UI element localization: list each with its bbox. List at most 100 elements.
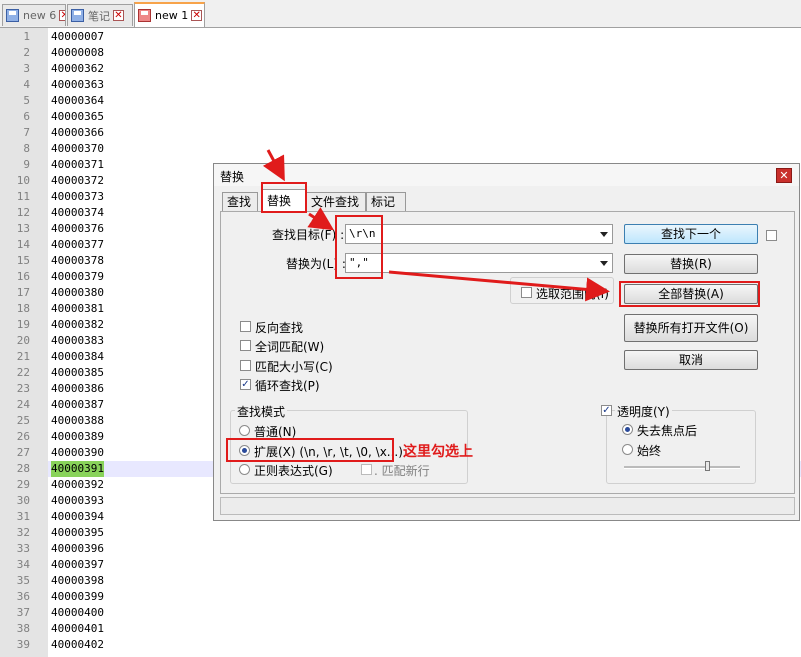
annotation-box-extended-mode	[226, 438, 394, 462]
editor-line[interactable]: 40000373	[51, 189, 104, 205]
cancel-button[interactable]: 取消	[624, 350, 758, 370]
line-number: 10	[16, 174, 30, 187]
editor-line[interactable]: 40000398	[51, 573, 104, 589]
unsaved-file-icon	[138, 9, 151, 22]
editor-line[interactable]: 40000374	[51, 205, 104, 221]
transparency-title: 透明度(Y)	[615, 403, 672, 420]
line-number: 26	[16, 430, 30, 443]
line-number: 29	[16, 478, 30, 491]
line-number: 9	[23, 158, 30, 171]
editor-line[interactable]: 40000365	[51, 109, 104, 125]
close-tab-icon[interactable]: ✕	[59, 10, 65, 21]
line-number: 7	[23, 126, 30, 139]
editor-line[interactable]: 40000394	[51, 509, 104, 525]
editor-line[interactable]: 40000362	[51, 61, 104, 77]
editor-line[interactable]: 40000390	[51, 445, 104, 461]
editor-line[interactable]: 40000382	[51, 317, 104, 333]
wrap-around-label: 循环查找(P)	[255, 379, 320, 393]
editor-line[interactable]: 40000388	[51, 413, 104, 429]
editor-line[interactable]: 40000381	[51, 301, 104, 317]
editor-line[interactable]: 40000399	[51, 589, 104, 605]
transparency-slider-thumb[interactable]	[705, 461, 710, 471]
tab-find[interactable]: 查找	[222, 192, 258, 211]
transparency-checkbox[interactable]: ✓	[601, 405, 612, 416]
chevron-down-icon[interactable]	[600, 232, 608, 237]
editor-line[interactable]: 40000384	[51, 349, 104, 365]
document-tab-bar: new 6 ✕ 笔记 ✕ new 1 ✕	[0, 0, 801, 28]
editor-line[interactable]: 40000377	[51, 237, 104, 253]
close-tab-icon[interactable]: ✕	[191, 10, 203, 21]
line-number: 22	[16, 366, 30, 379]
wrap-around-checkbox[interactable]: ✓	[240, 379, 251, 390]
editor-line[interactable]: 40000385	[51, 365, 104, 381]
editor-line[interactable]: 40000371	[51, 157, 104, 173]
find-next-option-checkbox[interactable]	[766, 230, 777, 241]
line-number: 36	[16, 590, 30, 603]
editor-line[interactable]: 40000376	[51, 221, 104, 237]
tab-label: new 6	[23, 9, 57, 22]
line-number: 16	[16, 270, 30, 283]
editor-line[interactable]: 40000393	[51, 493, 104, 509]
editor-line[interactable]: 40000363	[51, 77, 104, 93]
editor-line[interactable]: 40000372	[51, 173, 104, 189]
editor-line[interactable]: 40000370	[51, 141, 104, 157]
on-lose-focus-label: 失去焦点后	[637, 424, 698, 438]
in-selection-label: 选取范围内(I)	[536, 287, 609, 301]
editor-line[interactable]: 40000402	[51, 637, 104, 653]
editor-line[interactable]: 40000386	[51, 381, 104, 397]
line-number: 5	[23, 94, 30, 107]
line-number: 34	[16, 558, 30, 571]
editor-line[interactable]: 40000392	[51, 477, 104, 493]
mode-regex-radio[interactable]	[239, 464, 250, 475]
replace-with-input[interactable]: ","	[345, 253, 613, 273]
tab-mark[interactable]: 标记	[366, 192, 406, 211]
match-case-checkbox[interactable]	[240, 360, 251, 371]
editor-line[interactable]: 40000396	[51, 541, 104, 557]
editor-line[interactable]: 40000397	[51, 557, 104, 573]
line-number: 28	[16, 462, 30, 475]
tab-new-6[interactable]: new 6 ✕	[2, 4, 66, 26]
line-number: 38	[16, 622, 30, 635]
chevron-down-icon[interactable]	[600, 261, 608, 266]
editor-line[interactable]: 40000378	[51, 253, 104, 269]
editor-line[interactable]: 40000380	[51, 285, 104, 301]
replace-all-open-files-button[interactable]: 替换所有打开文件(O)	[624, 314, 758, 342]
mode-normal-radio[interactable]	[239, 425, 250, 436]
find-next-button[interactable]: 查找下一个	[624, 224, 758, 244]
line-number: 8	[23, 142, 30, 155]
always-radio[interactable]	[622, 444, 633, 455]
transparency-slider-track[interactable]	[624, 466, 740, 469]
in-selection-checkbox[interactable]	[521, 287, 532, 298]
match-case-label: 匹配大小写(C)	[255, 360, 333, 374]
editor-line[interactable]: 40000401	[51, 621, 104, 637]
close-tab-icon[interactable]: ✕	[113, 10, 124, 21]
line-number: 3	[23, 62, 30, 75]
editor-line[interactable]: 40000383	[51, 333, 104, 349]
editor-line[interactable]: 40000387	[51, 397, 104, 413]
editor-line[interactable]: 40000400	[51, 605, 104, 621]
editor-line[interactable]: 40000366	[51, 125, 104, 141]
save-icon	[71, 9, 84, 22]
tab-find-in-files[interactable]: 文件查找	[306, 192, 366, 211]
editor-line[interactable]: 40000379	[51, 269, 104, 285]
line-number: 18	[16, 302, 30, 315]
on-lose-focus-radio[interactable]	[622, 424, 633, 435]
line-number: 33	[16, 542, 30, 555]
search-mode-title: 查找模式	[235, 403, 288, 420]
tab-new-1[interactable]: new 1 ✕	[134, 2, 205, 27]
whole-word-checkbox[interactable]	[240, 340, 251, 351]
dot-newline-checkbox[interactable]	[361, 464, 372, 475]
line-number: 32	[16, 526, 30, 539]
find-what-input[interactable]: \r\n	[345, 224, 613, 244]
replace-dialog: 替换 ✕ 查找 替换 文件查找 标记 查找目标(F) : \r\n 替换为(L)…	[213, 163, 800, 521]
editor-line[interactable]: 40000008	[51, 45, 104, 61]
tab-notes[interactable]: 笔记 ✕	[67, 4, 133, 26]
editor-line[interactable]: 40000389	[51, 429, 104, 445]
editor-line[interactable]: 40000395	[51, 525, 104, 541]
editor-line[interactable]: 40000364	[51, 93, 104, 109]
editor-line[interactable]: 40000007	[51, 29, 104, 45]
reverse-search-checkbox[interactable]	[240, 321, 251, 332]
editor-line[interactable]: 40000391	[51, 461, 104, 477]
close-icon[interactable]: ✕	[776, 168, 792, 183]
replace-button[interactable]: 替换(R)	[624, 254, 758, 274]
